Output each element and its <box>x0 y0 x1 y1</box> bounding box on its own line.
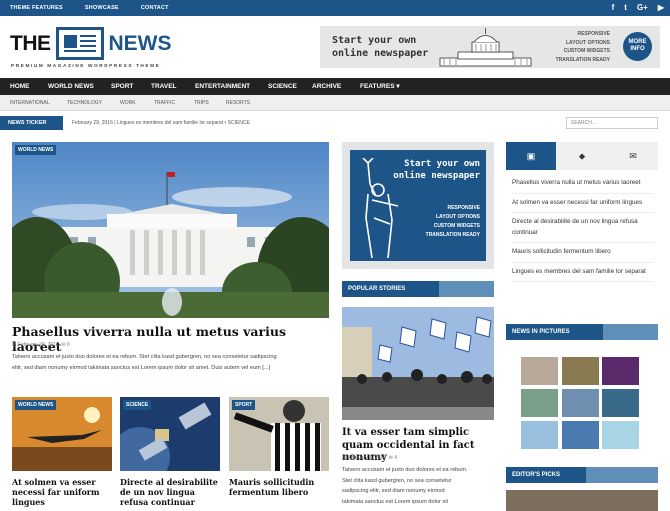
nav-features[interactable]: FEATURES ▾ <box>360 78 400 95</box>
subnav-resorts[interactable]: RESORTS <box>226 95 250 111</box>
list-item[interactable]: At solmen va esser necessi far uniform l… <box>512 198 654 213</box>
mid-ad-headline: Start your own online newspaper <box>393 159 480 181</box>
thumb-title-science[interactable]: Directe al desirabilite de un nov lingua… <box>120 477 225 507</box>
picture-thumb[interactable] <box>602 357 639 385</box>
thumb-image-world-news[interactable]: WORLD NEWS <box>12 397 112 471</box>
search-input[interactable]: SEARCH... <box>566 117 658 129</box>
popular-story-meta: ◷ February 1, 2016 ✉ 4 <box>342 455 397 461</box>
topbar-link-showcase[interactable]: SHOWCASE <box>85 0 119 16</box>
image-icon: ▣ <box>526 150 536 161</box>
thumb-image-sport[interactable]: SPORT <box>229 397 329 471</box>
nav-home[interactable]: HOME <box>10 78 30 95</box>
popular-story-image[interactable] <box>342 307 494 420</box>
picture-thumb[interactable] <box>562 357 599 385</box>
tags-icon: ⬥ <box>578 150 586 161</box>
header-banner-ad[interactable]: Start your own online newspaper RESPONSI… <box>320 26 660 68</box>
hero-comments-count[interactable]: 0 <box>67 342 70 348</box>
thumb-tag-world-news[interactable]: WORLD NEWS <box>15 400 57 410</box>
list-item[interactable]: Lingues es membres del sam familie lor s… <box>512 267 654 282</box>
popular-stories-label: POPULAR STORIES <box>342 281 412 297</box>
topbar-link-contact[interactable]: CONTACT <box>141 0 169 16</box>
tab-tags[interactable]: ⬥ <box>557 142 607 170</box>
subnav-trips[interactable]: TRIPS <box>194 95 209 111</box>
list-item[interactable]: Directe al desirabilite de un nov lingua… <box>512 217 654 243</box>
banner-headline: Start your own online newspaper <box>332 35 429 59</box>
news-ticker-label: NEWS TICKER <box>0 116 63 130</box>
crowd-flags-illustration <box>342 307 494 420</box>
subnav-work[interactable]: WORK <box>120 95 136 111</box>
subnav-traffic[interactable]: TRAFFIC <box>154 95 175 111</box>
white-house-illustration <box>12 142 329 318</box>
thumb-tag-science[interactable]: SCIENCE <box>123 400 152 410</box>
news-ticker-text[interactable]: February 29, 2016 | Lingues es membres d… <box>72 116 250 130</box>
editors-picks-label: EDITOR'S PICKS <box>506 467 566 483</box>
youtube-icon[interactable]: ▶ <box>658 2 664 14</box>
top-bar: THEME FEATURES SHOWCASE CONTACT f t G+ ▶ <box>0 0 670 16</box>
nav-travel[interactable]: TRAVEL <box>151 78 177 95</box>
thumb-image-science[interactable]: SCIENCE <box>120 397 220 471</box>
mid-ad-features: RESPONSIVE LAYOUT OPTIONS CUSTOM WIDGETS… <box>425 205 480 238</box>
editors-picks-heading: EDITOR'S PICKS <box>506 467 658 483</box>
picture-thumb[interactable] <box>521 421 558 449</box>
facebook-icon[interactable]: f <box>612 2 615 14</box>
sidebar-tabs: ▣ ⬥ ✉ <box>506 142 658 170</box>
banner-features: RESPONSIVE LAYOUT OPTIONS CUSTOM WIDGETS… <box>555 31 610 63</box>
capitol-illustration <box>439 28 532 67</box>
topbar-link-theme-features[interactable]: THEME FEATURES <box>10 0 63 16</box>
popular-stories-heading: POPULAR STORIES <box>342 281 494 297</box>
thumb-title-sport[interactable]: Mauris sollicitudin fermentum libero <box>229 477 334 497</box>
site-tagline: PREMIUM MAGAZINE WORDPRESS THEME <box>11 63 161 68</box>
list-item[interactable]: Phasellus viverra nulla ut metus varius … <box>512 178 654 194</box>
tab-comments[interactable]: ✉ <box>608 142 658 170</box>
news-in-pictures-heading: NEWS IN PICTURES <box>506 324 658 340</box>
nav-archive[interactable]: ARCHIVE <box>312 78 341 95</box>
google-plus-icon[interactable]: G+ <box>637 2 648 14</box>
sidebar-post-list: Phasellus viverra nulla ut metus varius … <box>512 178 654 286</box>
more-info-button[interactable]: MORE INFO <box>623 32 652 61</box>
picture-thumb[interactable] <box>521 357 558 385</box>
comments-icon: ✉ <box>629 150 637 161</box>
news-in-pictures-label: NEWS IN PICTURES <box>506 324 576 340</box>
sidebar-banner-ad[interactable]: Start your own online newspaper RESPONSI… <box>342 142 494 269</box>
hero-category-tag[interactable]: WORLD NEWS <box>15 145 57 155</box>
tab-recent[interactable]: ▣ <box>506 142 556 170</box>
list-item[interactable]: Mauris sollicitudin fermentum libero <box>512 247 654 263</box>
editors-pick-image[interactable] <box>506 490 658 511</box>
nav-world-news[interactable]: WORLD NEWS <box>48 78 94 95</box>
logo-the: THE <box>10 31 51 55</box>
nav-entertainment[interactable]: ENTERTAINMENT <box>195 78 250 95</box>
logo-news: NEWS <box>108 31 172 55</box>
picture-thumb[interactable] <box>602 421 639 449</box>
hero-meta: ◷ February 29, 2016 ✉ 0 <box>12 342 70 348</box>
hero-excerpt: Tatvero accusam et justo duo dolores et … <box>12 354 277 371</box>
thumb-title-world-news[interactable]: At solmen va esser necessi far uniform l… <box>12 477 117 507</box>
news-ticker: NEWS TICKER February 29, 2016 | Lingues … <box>0 116 670 130</box>
sub-nav: INTERNATIONAL TECHNOLOGY WORK TRAFFIC TR… <box>0 95 670 111</box>
subnav-international[interactable]: INTERNATIONAL <box>10 95 50 111</box>
hero-date: February 29, 2016 <box>17 342 59 348</box>
nav-sport[interactable]: SPORT <box>111 78 133 95</box>
popular-story-comments-count[interactable]: 4 <box>394 455 397 461</box>
newspaper-icon <box>55 27 104 60</box>
hero-title[interactable]: Phasellus viverra nulla ut metus varius … <box>12 324 332 354</box>
twitter-icon[interactable]: t <box>624 2 627 14</box>
main-nav: HOME WORLD NEWS SPORT TRAVEL ENTERTAINME… <box>0 78 670 95</box>
picture-thumb[interactable] <box>521 389 558 417</box>
popular-story-excerpt: Tatvero accusam et justo duo dolores et … <box>342 467 468 505</box>
nav-science[interactable]: SCIENCE <box>268 78 297 95</box>
site-logo[interactable]: THE NEWS <box>10 27 172 60</box>
thumb-tag-sport[interactable]: SPORT <box>232 400 256 410</box>
subnav-technology[interactable]: TECHNOLOGY <box>67 95 102 111</box>
popular-story-date: February 1, 2016 <box>347 455 386 461</box>
picture-thumb[interactable] <box>562 421 599 449</box>
picture-thumb[interactable] <box>562 389 599 417</box>
picture-thumb[interactable] <box>602 389 639 417</box>
hero-image[interactable]: WORLD NEWS <box>12 142 329 318</box>
